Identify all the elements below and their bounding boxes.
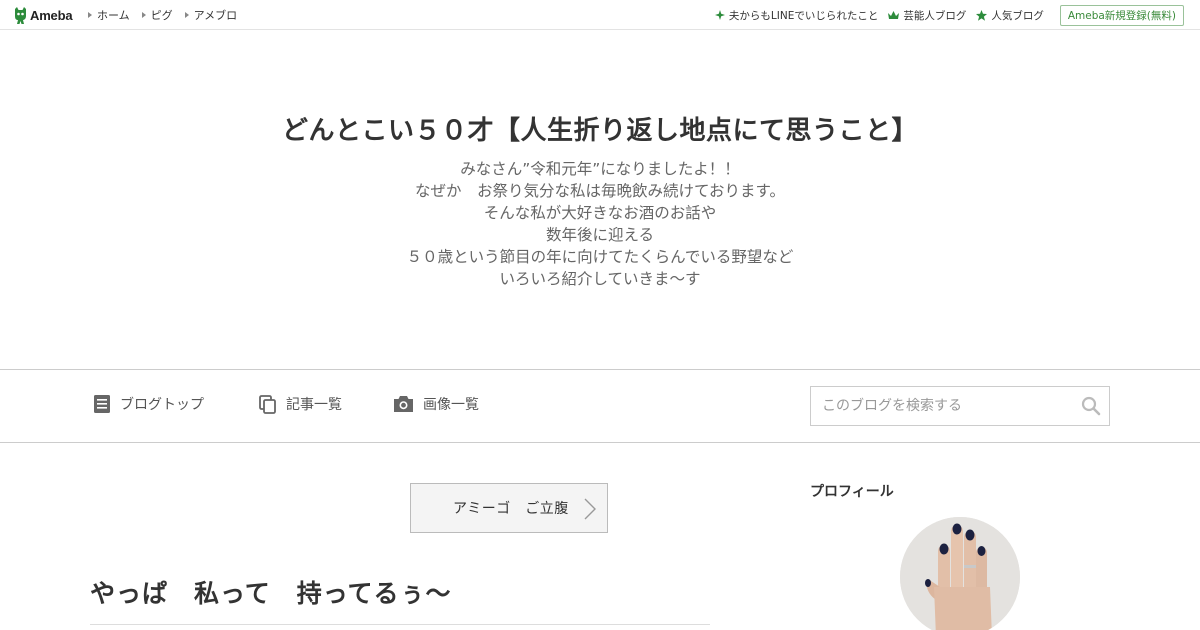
nav-entry-list-label: 記事一覧 [286, 397, 342, 413]
signup-button[interactable]: Ameba新規登録(無料) [1059, 4, 1184, 26]
blog-search [810, 386, 1110, 426]
nav-image-list[interactable]: 画像一覧 [394, 394, 479, 414]
copy-icon [259, 394, 276, 414]
popular-blog-link[interactable]: 人気ブログ [976, 8, 1044, 23]
nav-blog-top-label: ブログトップ [120, 397, 204, 413]
camera-icon [394, 396, 413, 412]
global-nav-left: ホーム ピグ アメブロ [88, 0, 249, 30]
crown-icon [888, 10, 900, 20]
celebrity-blog-link[interactable]: 芸能人ブログ [888, 8, 966, 23]
nav-entry-list[interactable]: 記事一覧 [259, 394, 342, 414]
global-nav-right: 夫からもLINEでいじられたこと 芸能人ブログ 人気ブログ Ameba新規登録(… [705, 0, 1184, 30]
triangle-right-icon [88, 12, 92, 18]
description-line: ５０歳という節目の年に向けてたくらんでいる野望など [406, 248, 794, 266]
star-icon [976, 9, 988, 21]
entry-title[interactable]: やっぱ 私って 持ってるぅ～ [90, 574, 452, 610]
document-icon [94, 395, 110, 413]
entry-divider [90, 624, 710, 625]
theme-button[interactable]: アミーゴ ご立腹 [410, 483, 608, 533]
global-header: Ameba ホーム ピグ アメブロ 夫からもLINEでいじられたこと 芸能人ブロ… [0, 0, 1200, 30]
description-line: そんな私が大好きなお酒のお話や [483, 204, 717, 222]
nav-image-list-label: 画像一覧 [423, 397, 479, 413]
search-icon[interactable] [1081, 396, 1101, 420]
nav-home[interactable]: ホーム [88, 7, 130, 23]
chevron-right-icon [584, 498, 596, 520]
blog-search-input[interactable] [811, 387, 1071, 425]
triangle-right-icon [184, 12, 189, 18]
description-line: みなさん”令和元年”になりましたよ！！ [460, 160, 740, 178]
description-line: なぜか お祭り気分な私は毎晩飲み続けております。 [415, 182, 785, 200]
blog-title[interactable]: どんとこい５０才【人生折り返し地点にて思うこと】 [0, 110, 1200, 147]
trending-link-label: 夫からもLINEでいじられたこと [728, 9, 879, 22]
triangle-right-icon [141, 12, 146, 18]
logo-text: Ameba [30, 8, 73, 23]
blog-navbar: ブログトップ 記事一覧 画像一覧 [0, 369, 1200, 443]
trending-link[interactable]: 夫からもLINEでいじられたこと [714, 8, 879, 23]
nav-ameblo[interactable]: アメブロ [184, 7, 238, 23]
blog-description: みなさん”令和元年”になりましたよ！！ なぜか お祭り気分な私は毎晩飲み続けてお… [0, 158, 1200, 290]
nav-ameblo-label: アメブロ [193, 9, 238, 22]
nav-blog-top[interactable]: ブログトップ [94, 394, 204, 414]
description-line: 数年後に迎える [545, 226, 655, 244]
description-line: いろいろ紹介していきま～す [499, 270, 701, 288]
sparkle-icon [714, 10, 725, 20]
profile-avatar[interactable] [900, 517, 1020, 630]
celebrity-blog-label: 芸能人ブログ [903, 9, 967, 22]
hand-photo [900, 517, 1020, 630]
profile-heading: プロフィール [810, 484, 894, 500]
nav-home-label: ホーム [97, 9, 130, 22]
nav-pigg[interactable]: ピグ [141, 7, 173, 23]
ameba-logo[interactable]: Ameba [13, 6, 73, 25]
popular-blog-label: 人気ブログ [991, 9, 1044, 22]
theme-button-label: アミーゴ ご立腹 [453, 501, 569, 517]
ameba-logo-icon [15, 6, 26, 24]
nav-pigg-label: ピグ [150, 9, 173, 22]
